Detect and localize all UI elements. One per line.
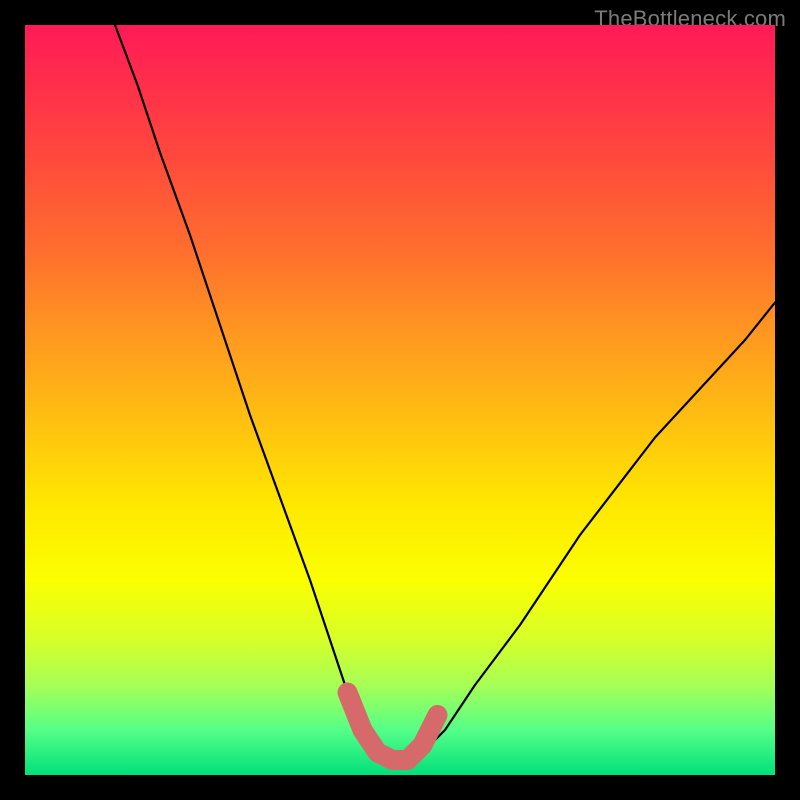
bottleneck-curve (115, 25, 775, 760)
chart-frame: TheBottleneck.com (0, 0, 800, 800)
plot-area (25, 25, 775, 775)
low-bottleneck-highlight (348, 693, 438, 761)
curve-svg (25, 25, 775, 775)
